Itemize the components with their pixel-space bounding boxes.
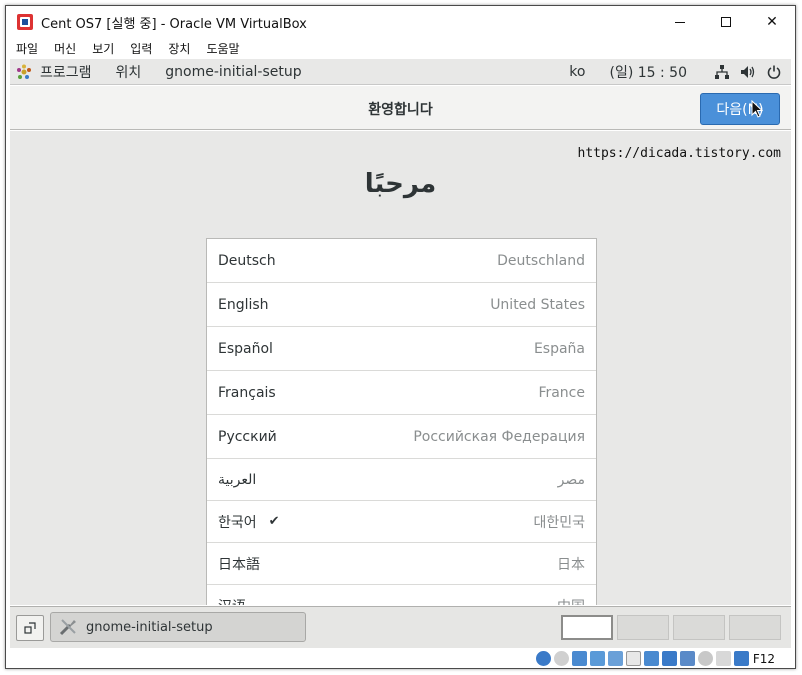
virtualbox-icon xyxy=(17,14,33,30)
power-icon[interactable] xyxy=(765,63,783,81)
checkmark-icon: ✔ xyxy=(268,514,280,529)
menu-devices[interactable]: 장치 xyxy=(168,40,190,57)
virtualization-icon[interactable] xyxy=(679,651,695,666)
network-icon[interactable] xyxy=(713,63,731,81)
welcome-heading: مرحبًا xyxy=(364,169,437,199)
host-key-label: F12 xyxy=(752,651,775,666)
language-name: العربية xyxy=(218,471,257,488)
window-title: Cent OS7 [실행 중] - Oracle VM VirtualBox xyxy=(41,16,307,32)
language-row[interactable]: 日本語 日本 xyxy=(207,543,596,585)
language-row[interactable]: Русский Российская Федерация xyxy=(207,415,596,459)
setup-content: https://dicada.tistory.com مرحبًا Deutsc… xyxy=(10,131,791,605)
language-name: Français xyxy=(218,384,276,401)
language-region: مصر xyxy=(557,471,585,488)
language-region: España xyxy=(533,340,585,357)
minimize-icon xyxy=(675,21,685,23)
watermark: https://dicada.tistory.com xyxy=(577,146,782,161)
workspace-3[interactable] xyxy=(673,615,725,640)
show-desktop-button[interactable] xyxy=(16,615,44,641)
page-title: 환영합니다 xyxy=(368,102,433,118)
language-list[interactable]: Deutsch Deutschland English United State… xyxy=(206,238,597,605)
close-button[interactable]: ✕ xyxy=(749,6,795,38)
taskbar-item-label: gnome-initial-setup xyxy=(86,619,213,635)
virtualbox-window: Cent OS7 [실행 중] - Oracle VM VirtualBox ✕… xyxy=(5,5,796,669)
language-name: 한국어 ✔ xyxy=(218,512,280,532)
taskbar: gnome-initial-setup xyxy=(10,606,791,648)
keyboard-capture-icon[interactable] xyxy=(733,651,749,666)
cpu-icon[interactable] xyxy=(697,651,713,666)
volume-icon[interactable] xyxy=(739,63,757,81)
audio-icon[interactable] xyxy=(571,651,587,666)
language-row[interactable]: 汉语 中国 xyxy=(207,585,596,606)
workspace-2[interactable] xyxy=(617,615,669,640)
menu-machine[interactable]: 머신 xyxy=(54,40,76,57)
setup-header-bar: 환영합니다 다음(N) xyxy=(10,86,791,130)
show-desktop-icon xyxy=(24,622,36,634)
minimize-button[interactable] xyxy=(657,6,703,38)
maximize-icon xyxy=(721,17,731,27)
clock[interactable]: (일) 15 : 50 xyxy=(609,62,687,82)
places-menu[interactable]: 위치 xyxy=(116,62,142,82)
language-row[interactable]: Español España xyxy=(207,327,596,371)
language-row[interactable]: Deutsch Deutschland xyxy=(207,239,596,283)
menu-view[interactable]: 보기 xyxy=(92,40,114,57)
language-name: Español xyxy=(218,340,273,357)
language-row[interactable]: Français France xyxy=(207,371,596,415)
next-button[interactable]: 다음(N) xyxy=(700,93,780,125)
language-name: 汉语 xyxy=(218,596,246,606)
gnome-top-bar: 프로그램 위치 gnome-initial-setup ko (일) 15 : … xyxy=(10,59,791,85)
language-region: 日本 xyxy=(557,556,585,573)
maximize-button[interactable] xyxy=(703,6,749,38)
system-status-area: ko (일) 15 : 50 xyxy=(569,59,783,85)
language-region: Российская Федерация xyxy=(413,428,585,445)
language-name: Русский xyxy=(218,428,277,445)
optical-drive-icon[interactable] xyxy=(553,651,569,666)
language-name: Deutsch xyxy=(218,252,276,269)
tools-icon xyxy=(58,617,78,637)
workspace-1[interactable] xyxy=(561,615,613,640)
language-region: Deutschland xyxy=(497,252,585,269)
language-region: 中国 xyxy=(557,596,585,606)
usb-icon[interactable] xyxy=(607,651,623,666)
shared-folders-icon[interactable] xyxy=(625,651,641,666)
workspace-4[interactable] xyxy=(729,615,781,640)
menu-help[interactable]: 도움말 xyxy=(206,40,239,57)
video-capture-icon[interactable] xyxy=(661,651,677,666)
language-region: United States xyxy=(490,296,585,313)
hard-disk-icon[interactable] xyxy=(535,651,551,666)
language-region: France xyxy=(538,384,585,401)
input-locale-indicator[interactable]: ko xyxy=(569,64,585,80)
language-row[interactable]: العربية مصر xyxy=(207,459,596,501)
language-row-selected[interactable]: 한국어 ✔ 대한민국 xyxy=(207,501,596,543)
mouse-integration-icon[interactable] xyxy=(715,651,731,666)
language-name: English xyxy=(218,296,269,313)
device-status-icons: F12 xyxy=(533,651,775,666)
active-app-label[interactable]: gnome-initial-setup xyxy=(165,64,301,80)
menu-input[interactable]: 입력 xyxy=(130,40,152,57)
language-row[interactable]: English United States xyxy=(207,283,596,327)
language-name: 日本語 xyxy=(218,556,260,573)
vm-status-bar: F12 xyxy=(6,648,795,668)
taskbar-item[interactable]: gnome-initial-setup xyxy=(50,612,306,642)
language-region: 대한민국 xyxy=(533,514,585,531)
language-name-text: 한국어 xyxy=(218,514,257,531)
mouse-cursor-icon xyxy=(751,100,763,118)
window-controls: ✕ xyxy=(657,6,795,38)
applications-icon[interactable] xyxy=(16,64,32,80)
title-bar[interactable]: Cent OS7 [실행 중] - Oracle VM VirtualBox ✕ xyxy=(6,6,795,38)
menu-bar: 파일 머신 보기 입력 장치 도움말 xyxy=(6,38,795,58)
network-adapter-icon[interactable] xyxy=(589,651,605,666)
display-icon[interactable] xyxy=(643,651,659,666)
menu-file[interactable]: 파일 xyxy=(16,40,38,57)
close-icon: ✕ xyxy=(766,14,778,30)
programs-menu[interactable]: 프로그램 xyxy=(40,62,92,82)
